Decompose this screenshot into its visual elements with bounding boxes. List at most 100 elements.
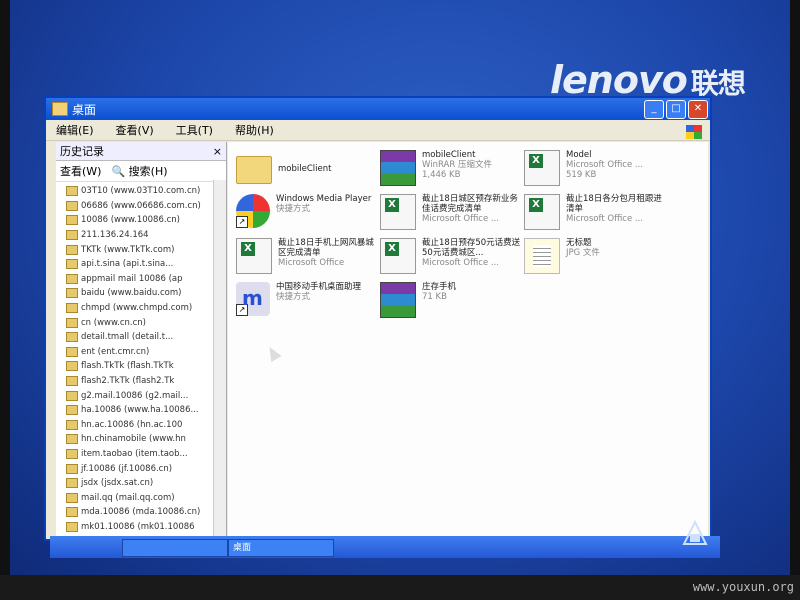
history-item[interactable]: hn.chinamobile (www.hn (66, 432, 226, 447)
history-item[interactable]: mk01.10086 (mk01.10086 (66, 520, 226, 535)
history-item[interactable]: 211.136.24.164 (66, 228, 226, 243)
menu-view[interactable]: 查看(V) (116, 122, 154, 138)
history-item-label: baidu (www.baidu.com) (81, 288, 182, 299)
shortcut-arrow-icon: ↗ (236, 216, 248, 228)
excel-icon (524, 194, 560, 230)
window-title: 桌面 (72, 102, 97, 117)
winrar-icon (380, 150, 416, 186)
close-button[interactable]: ✕ (688, 99, 708, 119)
history-item[interactable]: flash.TkTk (flash.TkTk (66, 359, 226, 374)
file-item[interactable]: 庄存手机 71 KB (380, 282, 525, 324)
recycle-bin-icon[interactable] (682, 520, 708, 548)
file-type: WinRAR 压缩文件 (422, 160, 492, 170)
history-item[interactable]: baidu (www.baidu.com) (66, 286, 226, 301)
history-item[interactable]: g2.mail.10086 (g2.mail... (66, 388, 226, 403)
history-folder-icon (66, 405, 78, 416)
history-item[interactable]: chmpd (www.chmpd.com) (66, 301, 226, 316)
history-item-label: TKTk (www.TkTk.com) (81, 244, 175, 255)
taskbar-item[interactable] (122, 539, 228, 557)
history-folder-icon (66, 507, 78, 518)
history-item[interactable]: jf.10086 (jf.10086.cn) (66, 461, 226, 476)
file-item[interactable]: 截止18日各分包月租跟进清单Microsoft Office ... (524, 194, 669, 236)
history-close-icon[interactable]: × (213, 145, 222, 158)
history-search-button[interactable]: 🔍 搜索(H) (111, 163, 177, 179)
file-item[interactable]: 截止18日手机上网风暴城区完成清单Microsoft Office (236, 238, 381, 280)
history-item[interactable]: api.t.sina (api.t.sina... (66, 257, 226, 272)
history-item-label: jsdx (jsdx.sat.cn) (81, 478, 154, 489)
menu-edit[interactable]: 编辑(E) (56, 122, 94, 138)
history-item[interactable]: jsdx (jsdx.sat.cn) (66, 476, 226, 491)
history-item-label: detail.tmall (detail.t... (81, 332, 174, 343)
file-item[interactable]: 截止18日预存50元话费送50元话费城区...Microsoft Office … (380, 238, 525, 280)
file-type: Microsoft Office ... (422, 258, 500, 268)
file-type: 快捷方式 (276, 292, 311, 302)
maximize-button[interactable]: □ (666, 99, 686, 119)
history-folder-icon (66, 434, 78, 445)
shortcut-arrow-icon: ↗ (236, 304, 248, 316)
history-folder-icon (66, 448, 78, 459)
history-item[interactable]: 03T10 (www.03T10.com.cn) (66, 184, 226, 199)
history-view-button[interactable]: 查看(W) (60, 163, 101, 179)
file-type: Microsoft Office ... (422, 214, 500, 224)
history-item[interactable]: TKTk (www.TkTk.com) (66, 242, 226, 257)
file-type: Microsoft Office ... (566, 160, 644, 170)
history-folder-icon (66, 230, 78, 241)
history-item[interactable]: appmail mail 10086 (ap (66, 272, 226, 287)
history-item[interactable]: detail.tmall (detail.t... (66, 330, 226, 345)
file-name: 截止18日预存50元话费送50元话费城区... (422, 238, 521, 258)
history-item[interactable]: ent (ent.cmr.cn) (66, 345, 226, 360)
history-folder-icon (66, 332, 78, 343)
history-folder-icon (66, 317, 78, 328)
history-folder-icon (66, 521, 78, 532)
history-item[interactable]: 06686 (www.06686.com.cn) (66, 199, 226, 214)
history-folder-icon (66, 376, 78, 387)
excel-icon (380, 194, 416, 230)
window-titlebar[interactable]: 桌面 _ □ ✕ (46, 98, 710, 120)
file-type: 快捷方式 (276, 204, 311, 214)
file-item[interactable]: 无标题 JPG 文件 (524, 238, 669, 280)
history-item[interactable]: cn (www.cn.cn) (66, 315, 226, 330)
history-item[interactable]: ha.10086 (www.ha.10086... (66, 403, 226, 418)
history-folder-icon (66, 390, 78, 401)
file-item[interactable]: ↗ Windows Media Player 快捷方式 (236, 194, 381, 236)
history-item-label: mail.qq (mail.qq.com) (81, 492, 175, 503)
file-item[interactable]: 截止18日城区预存新业务佳话费完成清单Microsoft Office ... (380, 194, 525, 236)
file-name: 截止18日城区预存新业务佳话费完成清单 (422, 194, 518, 214)
explorer-window[interactable]: 桌面 _ □ ✕ 编辑(E) 查看(V) 工具(T) 帮助(H) 历史记录 × … (44, 96, 712, 542)
history-search-label: 搜索(H) (128, 165, 168, 178)
media-player-icon: ↗ (236, 194, 270, 228)
history-item[interactable]: item.taobao (item.taob... (66, 447, 226, 462)
minimize-button[interactable]: _ (644, 99, 664, 119)
history-folder-icon (66, 259, 78, 270)
file-name: mobileClient (422, 150, 476, 160)
mm-app-icon: ↗ (236, 282, 270, 316)
history-item[interactable]: hn.ac.10086 (hn.ac.100 (66, 418, 226, 433)
history-item[interactable]: mail.qq (mail.qq.com) (66, 490, 226, 505)
file-item[interactable]: mobileClient (236, 150, 381, 192)
history-item-label: flash.TkTk (flash.TkTk (81, 361, 174, 372)
history-item-label: ha.10086 (www.ha.10086... (81, 405, 199, 416)
file-item[interactable]: mobileClient WinRAR 压缩文件 1,446 KB (380, 150, 525, 192)
history-item-label: jf.10086 (jf.10086.cn) (81, 463, 173, 474)
taskbar-item-desktop[interactable]: 桌面 (228, 539, 334, 557)
history-item-label: chmpd (www.chmpd.com) (81, 303, 193, 314)
history-item[interactable]: mda.10086 (mda.10086.cn) (66, 505, 226, 520)
file-name: mobileClient (278, 164, 332, 174)
history-item[interactable]: 10086 (www.10086.cn) (66, 213, 226, 228)
file-item[interactable]: ModelMicrosoft Office ...519 KB (524, 150, 669, 192)
file-name: 截止18日各分包月租跟进清单 (566, 194, 662, 214)
menu-tools[interactable]: 工具(T) (176, 122, 213, 138)
menu-help[interactable]: 帮助(H) (235, 122, 274, 138)
history-item-label: hn.chinamobile (www.hn (81, 434, 186, 445)
file-name: 庄存手机 (422, 282, 457, 292)
history-folder-icon (66, 346, 78, 357)
file-item[interactable]: ↗ 中国移动手机桌面助理快捷方式 (236, 282, 381, 324)
history-header: 历史记录 × (56, 142, 226, 161)
history-item[interactable]: flash2.TkTk (flash2.Tk (66, 374, 226, 389)
history-item-label: mk01.10086 (mk01.10086 (81, 521, 195, 532)
file-name: Windows Media Player (276, 194, 372, 204)
file-type: Microsoft Office (278, 258, 345, 268)
history-item-label: hn.ac.10086 (hn.ac.100 (81, 419, 183, 430)
file-size: 1,446 KB (422, 170, 461, 180)
history-scrollbar[interactable] (213, 180, 226, 542)
